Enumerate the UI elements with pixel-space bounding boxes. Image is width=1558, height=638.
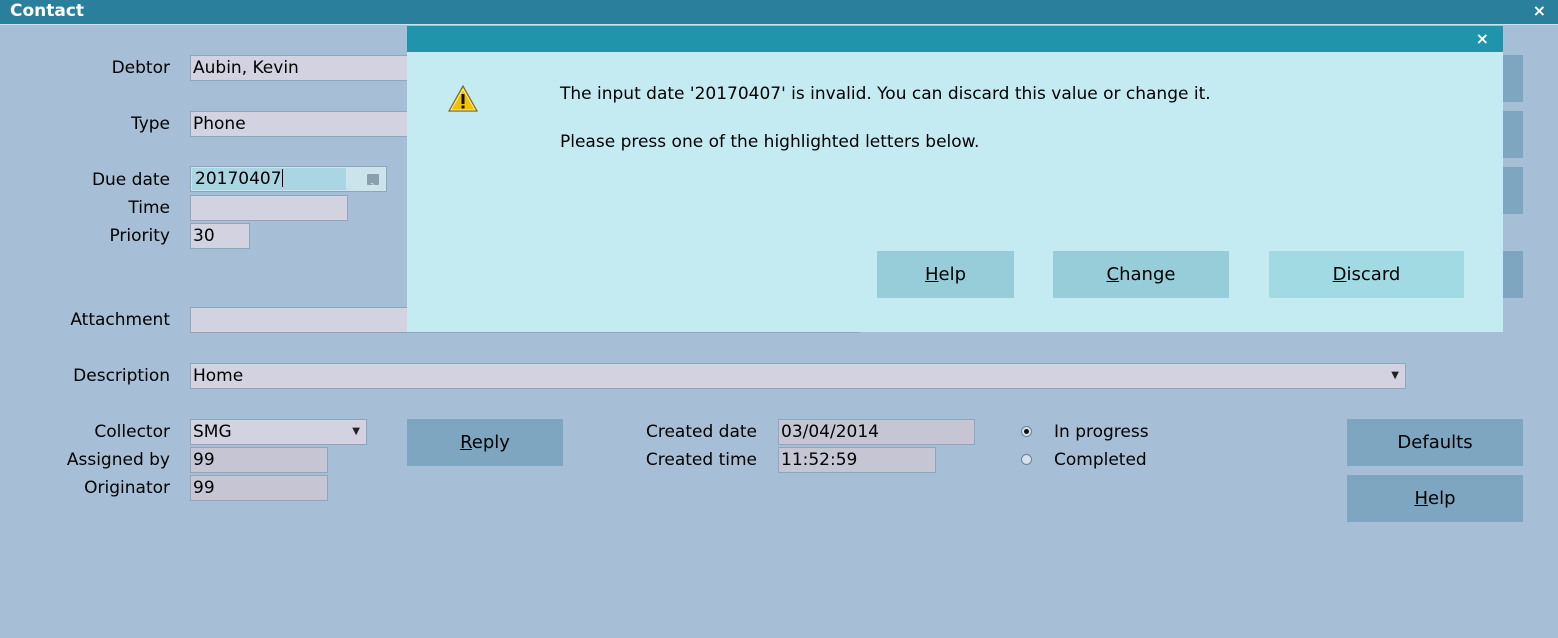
dialog-change-button[interactable]: Change — [1053, 251, 1229, 298]
description-label: Description — [73, 366, 170, 386]
help-button[interactable]: Help — [1347, 475, 1523, 522]
hidden-button-strip[interactable] — [1502, 55, 1523, 102]
created-date-field: 03/04/2014 — [778, 419, 975, 445]
created-time-label: Created time — [645, 450, 757, 470]
attachment-label: Attachment — [70, 310, 170, 330]
description-value: Home — [193, 366, 244, 386]
reply-button[interactable]: Reply — [407, 419, 563, 466]
dialog-discard-button[interactable]: Discard — [1269, 251, 1464, 298]
in-progress-label[interactable]: In progress — [1054, 420, 1149, 444]
svg-text:?: ? — [370, 182, 374, 191]
radio-dot — [1024, 429, 1029, 434]
window-title: Contact — [10, 1, 85, 21]
originator-field: 99 — [190, 475, 328, 501]
collector-dropdown[interactable]: SMG ▼ — [190, 419, 367, 445]
hidden-button-strip[interactable] — [1502, 251, 1523, 298]
time-label: Time — [128, 198, 170, 218]
type-label: Type — [130, 114, 170, 134]
description-dropdown[interactable]: Home ▼ — [190, 363, 1406, 389]
defaults-button[interactable]: Defaults — [1347, 419, 1523, 466]
priority-label: Priority — [109, 226, 170, 246]
in-progress-radio[interactable] — [1021, 426, 1032, 437]
priority-field[interactable]: 30 — [190, 223, 250, 249]
window-titlebar: Contact × — [0, 0, 1558, 25]
completed-radio[interactable] — [1021, 454, 1032, 465]
completed-label[interactable]: Completed — [1054, 448, 1147, 472]
created-date-label: Created date — [645, 422, 757, 442]
time-field[interactable] — [190, 195, 348, 221]
invalid-date-dialog: × The input date '20170407' is invalid. … — [407, 26, 1503, 332]
dialog-instruction: Please press one of the highlighted lett… — [560, 132, 980, 152]
chevron-down-icon[interactable]: ▼ — [1391, 364, 1399, 388]
assigned-by-field: 99 — [190, 447, 328, 473]
created-time-field: 11:52:59 — [778, 447, 936, 473]
hidden-button-strip[interactable] — [1502, 111, 1523, 158]
originator-label: Originator — [84, 478, 170, 498]
assigned-by-label: Assigned by — [66, 450, 170, 470]
text-caret — [281, 169, 283, 187]
debtor-label: Debtor — [111, 58, 170, 78]
due-date-value: 20170407 — [195, 169, 282, 189]
warning-icon — [447, 84, 479, 114]
due-date-field[interactable]: 20170407 ? — [190, 166, 387, 192]
chevron-down-icon[interactable]: ▼ — [352, 420, 360, 444]
dialog-message: The input date '20170407' is invalid. Yo… — [560, 84, 1211, 104]
collector-value: SMG — [193, 422, 232, 442]
dialog-close-icon[interactable]: × — [1476, 29, 1489, 48]
calendar-icon[interactable]: ? — [367, 174, 379, 191]
window-close-icon[interactable]: × — [1533, 1, 1546, 20]
dialog-help-button[interactable]: Help — [877, 251, 1014, 298]
collector-label: Collector — [94, 422, 170, 442]
dialog-titlebar: × — [407, 26, 1503, 52]
hidden-button-strip[interactable] — [1502, 167, 1523, 214]
due-date-label: Due date — [91, 170, 170, 190]
